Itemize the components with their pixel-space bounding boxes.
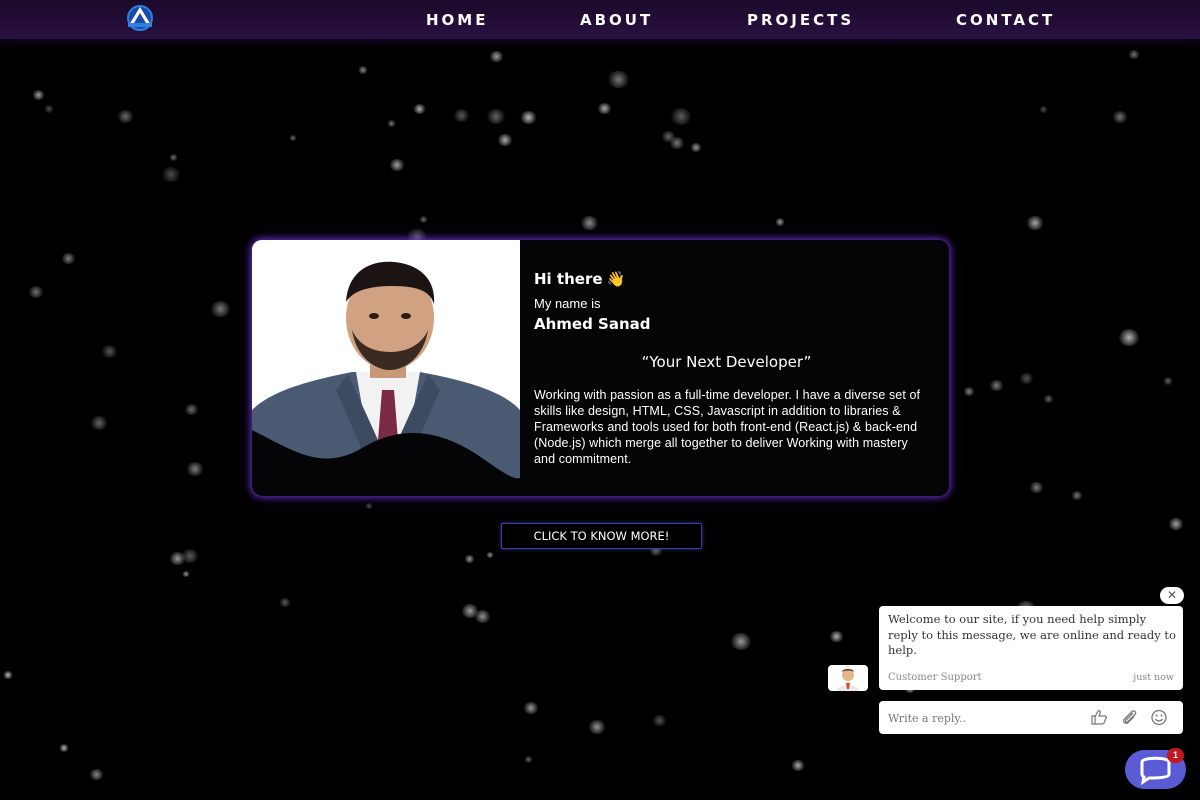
- star-particle: [279, 598, 291, 607]
- greeting-heading: Hi there 👋: [534, 270, 929, 288]
- star-particle: [1039, 106, 1048, 113]
- star-particle: [464, 555, 475, 563]
- star-particle: [1112, 111, 1128, 123]
- star-particle: [669, 137, 685, 149]
- star-particle: [387, 120, 396, 127]
- star-particle: [520, 111, 537, 124]
- developer-name: Ahmed Sanad: [534, 315, 651, 333]
- bio-paragraph: Working with passion as a full-time deve…: [534, 388, 921, 466]
- star-particle: [1168, 518, 1184, 530]
- star-particle: [210, 301, 231, 317]
- star-particle: [1071, 491, 1083, 500]
- nav-about-link[interactable]: ABOUT: [580, 11, 653, 29]
- unread-count-badge: 1: [1167, 748, 1184, 763]
- star-particle: [184, 404, 199, 415]
- nav-contact-link[interactable]: CONTACT: [956, 11, 1055, 29]
- intro-card: Hi there 👋 My name is Ahmed Sanad “Your N…: [252, 240, 949, 496]
- star-particle: [524, 756, 533, 763]
- star-particle: [775, 218, 785, 226]
- top-navbar: HOME ABOUT PROJECTS CONTACT: [0, 0, 1200, 39]
- logo-icon[interactable]: [115, 3, 165, 33]
- chat-bubble-icon: [1140, 756, 1171, 786]
- nav-home-link[interactable]: HOME: [426, 11, 488, 29]
- star-particle: [588, 720, 606, 734]
- star-particle: [3, 671, 13, 679]
- star-particle: [413, 104, 426, 114]
- star-particle: [89, 769, 104, 780]
- star-particle: [829, 631, 844, 642]
- star-particle: [90, 416, 108, 430]
- star-particle: [1026, 216, 1044, 230]
- star-particle: [61, 253, 76, 264]
- star-particle: [186, 462, 204, 476]
- star-particle: [1128, 50, 1140, 59]
- profile-photo: [252, 240, 520, 496]
- star-particle: [791, 760, 805, 771]
- star-particle: [1163, 377, 1173, 385]
- nav-projects-link[interactable]: PROJECTS: [747, 11, 854, 29]
- star-particle: [44, 105, 54, 113]
- chat-message-bubble: Welcome to our site, if you need help si…: [879, 606, 1183, 690]
- chat-sender-name: Customer Support: [888, 672, 982, 683]
- star-particle: [1118, 329, 1140, 346]
- star-particle: [117, 110, 134, 123]
- star-particle: [1019, 373, 1034, 384]
- star-particle: [59, 744, 69, 752]
- chat-welcome-message: Welcome to our site, if you need help si…: [888, 612, 1176, 657]
- star-particle: [461, 604, 479, 618]
- star-particle: [28, 286, 44, 298]
- star-particle: [101, 345, 118, 358]
- chat-close-button[interactable]: ✕: [1160, 587, 1184, 604]
- chat-reply-input[interactable]: [879, 701, 1090, 736]
- smiley-icon[interactable]: [1150, 709, 1168, 726]
- star-particle: [419, 216, 428, 223]
- star-particle: [690, 143, 702, 152]
- star-particle: [497, 134, 513, 146]
- star-particle: [1043, 395, 1054, 403]
- star-particle: [607, 71, 630, 88]
- star-particle: [365, 503, 373, 509]
- star-particle: [1029, 482, 1044, 493]
- intro-text-block: Hi there 👋 My name is Ahmed Sanad “Your N…: [534, 270, 929, 467]
- thumbs-up-icon[interactable]: [1090, 709, 1108, 726]
- star-particle: [523, 702, 539, 714]
- star-particle: [289, 135, 297, 141]
- star-particle: [169, 154, 178, 161]
- star-particle: [358, 66, 368, 74]
- star-particle: [989, 380, 1004, 391]
- chat-timestamp: just now: [1133, 672, 1174, 683]
- tagline-quote: “Your Next Developer”: [641, 353, 812, 371]
- star-particle: [963, 387, 975, 396]
- star-particle: [169, 552, 186, 565]
- star-particle: [489, 51, 504, 62]
- star-particle: [32, 90, 45, 100]
- chat-reply-box: [879, 701, 1183, 736]
- star-particle: [730, 633, 752, 650]
- star-particle: [580, 216, 599, 230]
- star-particle: [597, 103, 612, 114]
- star-particle: [182, 571, 190, 577]
- star-particle: [161, 167, 181, 182]
- star-particle: [486, 552, 494, 558]
- star-particle: [486, 109, 506, 124]
- page-background: HOME ABOUT PROJECTS CONTACT Hi there 👋 M…: [0, 0, 1200, 800]
- star-particle: [389, 159, 405, 171]
- waving-hand-icon: 👋: [606, 270, 626, 288]
- star-particle: [670, 108, 692, 125]
- greeting-text: Hi there: [534, 270, 603, 288]
- star-particle: [652, 715, 667, 726]
- star-particle: [453, 109, 470, 122]
- know-more-button[interactable]: CLICK TO KNOW MORE!: [501, 523, 702, 549]
- paperclip-icon[interactable]: [1121, 709, 1139, 726]
- name-intro-text: My name is: [534, 296, 601, 311]
- support-avatar: [828, 665, 868, 691]
